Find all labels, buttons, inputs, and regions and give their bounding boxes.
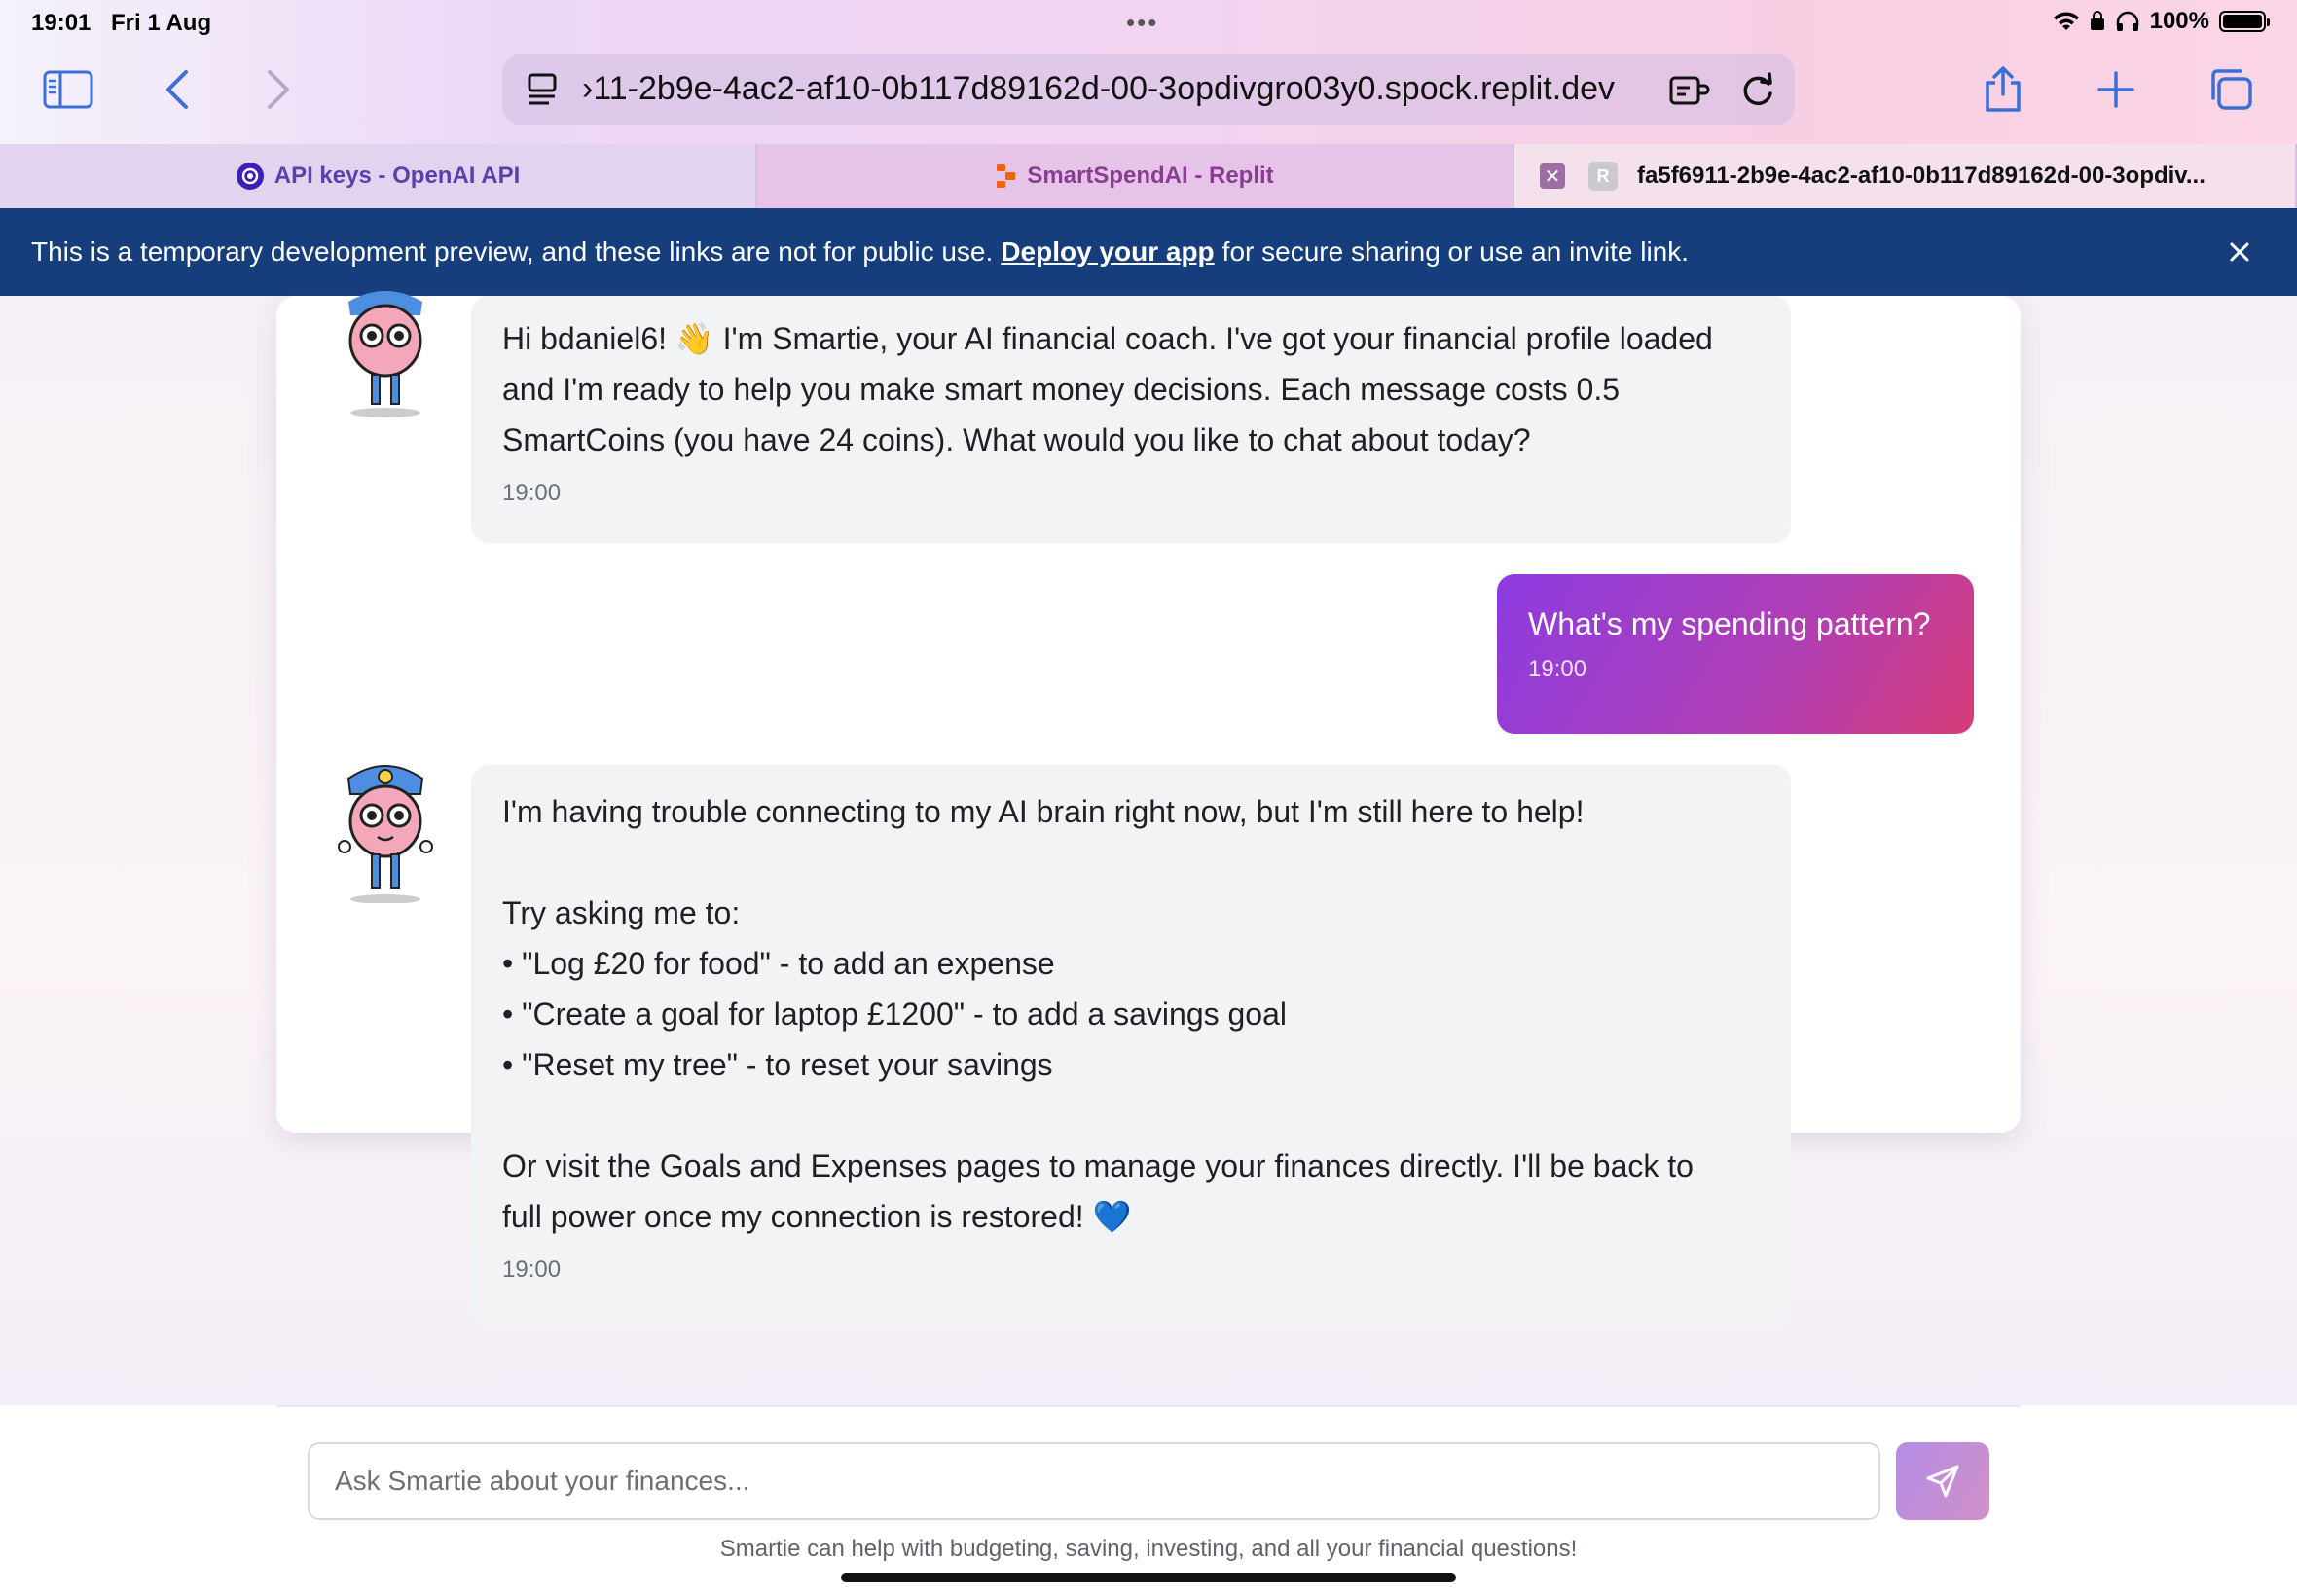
- lock-rotation-icon: [2090, 11, 2104, 30]
- url-text[interactable]: ›11-2b9e-4ac2-af10-0b117d89162d-00-3opdi…: [582, 70, 1615, 108]
- banner-text-before: This is a temporary development preview,…: [31, 236, 994, 267]
- tab-label: API keys - OpenAI API: [273, 163, 521, 189]
- message-line: [502, 837, 1760, 888]
- browser-chrome: 19:01 Fri 1 Aug ••• 100% ›11-2b9e-4ac2-a…: [0, 0, 2297, 144]
- message-line: • "Log £20 for food" - to add an expense: [502, 946, 1055, 981]
- tab-label: fa5f6911-2b9e-4ac2-af10-0b117d89162d-00-…: [1637, 163, 2206, 189]
- user-message: What's my spending pattern? 19:00: [1497, 574, 1974, 734]
- message-line: [502, 1090, 1760, 1141]
- message-line: Try asking me to:: [502, 895, 741, 930]
- headphones-icon: [2116, 11, 2138, 31]
- status-date: Fri 1 Aug: [111, 10, 212, 36]
- tab-smartspendai-replit[interactable]: SmartSpendAI - Replit: [757, 144, 1514, 208]
- message-line: full power once my connection is restore…: [502, 1199, 1132, 1234]
- forward-icon[interactable]: [249, 60, 308, 119]
- favicon-placeholder-icon: R: [1588, 162, 1618, 191]
- smartie-avatar: [327, 757, 444, 904]
- message-line: and I'm ready to help you make smart mon…: [502, 372, 1620, 407]
- close-icon[interactable]: [2225, 237, 2254, 267]
- chat-input-area: Smartie can help with budgeting, saving,…: [0, 1405, 2297, 1596]
- back-icon[interactable]: [148, 60, 206, 119]
- chat-input[interactable]: [308, 1442, 1880, 1520]
- message-time: 19:00: [502, 480, 562, 506]
- multitasking-dots-icon[interactable]: •••: [1126, 8, 1158, 38]
- send-button[interactable]: [1896, 1442, 1989, 1520]
- assistant-message: I'm having trouble connecting to my AI b…: [471, 765, 1791, 1327]
- send-icon: [1926, 1465, 1959, 1498]
- assistant-message: Hi bdaniel6! 👋 I'm Smartie, your AI fina…: [471, 296, 1791, 543]
- status-time: 19:01: [31, 10, 91, 36]
- divider: [276, 1405, 2021, 1407]
- message-text: What's my spending pattern?: [1528, 606, 1931, 641]
- tab-openai-api-keys[interactable]: API keys - OpenAI API: [0, 144, 757, 208]
- tab-label: SmartSpendAI - Replit: [1027, 163, 1274, 189]
- page-menu-icon[interactable]: [526, 72, 561, 107]
- wifi-icon: [2053, 12, 2079, 30]
- extensions-icon[interactable]: [1668, 70, 1711, 109]
- address-bar[interactable]: ›11-2b9e-4ac2-af10-0b117d89162d-00-3opdi…: [502, 54, 1795, 125]
- message-line: Hi bdaniel6! 👋 I'm Smartie, your AI fina…: [502, 321, 1713, 356]
- message-line: I'm having trouble connecting to my AI b…: [502, 794, 1585, 829]
- message-line: Or visit the Goals and Expenses pages to…: [502, 1148, 1694, 1183]
- deploy-app-link[interactable]: Deploy your app: [1001, 236, 1214, 268]
- message-line: • "Reset my tree" - to reset your saving…: [502, 1047, 1053, 1082]
- message-time: 19:00: [502, 1256, 562, 1283]
- tab-strip: API keys - OpenAI API SmartSpendAI - Rep…: [0, 144, 2297, 208]
- tab-overview-icon[interactable]: [2202, 60, 2260, 119]
- message-line: • "Create a goal for laptop £1200" - to …: [502, 997, 1287, 1032]
- battery-percent: 100%: [2149, 8, 2209, 34]
- status-bar: 19:01 Fri 1 Aug ••• 100%: [0, 0, 2297, 45]
- replit-logo-icon: [997, 164, 1016, 188]
- message-line: SmartCoins (you have 24 coins). What wou…: [502, 422, 1531, 457]
- footer-note: Smartie can help with budgeting, saving,…: [719, 1536, 1578, 1562]
- banner-text-after: for secure sharing or use an invite link…: [1221, 236, 1690, 267]
- message-time: 19:00: [1528, 656, 1587, 682]
- status-indicators: 100%: [2053, 8, 2270, 35]
- openai-logo-icon: [236, 163, 264, 190]
- share-icon[interactable]: [1974, 60, 2032, 119]
- new-tab-icon[interactable]: [2087, 60, 2145, 119]
- close-tab-icon[interactable]: ✕: [1540, 163, 1565, 189]
- sidebar-toggle-icon[interactable]: [39, 60, 97, 119]
- home-indicator[interactable]: [841, 1573, 1456, 1582]
- smartie-avatar: [327, 282, 444, 418]
- battery-icon: [2219, 11, 2270, 32]
- tab-replit-dev-preview[interactable]: ✕ R fa5f6911-2b9e-4ac2-af10-0b117d89162d…: [1514, 144, 2297, 208]
- reload-icon[interactable]: [1738, 70, 1777, 109]
